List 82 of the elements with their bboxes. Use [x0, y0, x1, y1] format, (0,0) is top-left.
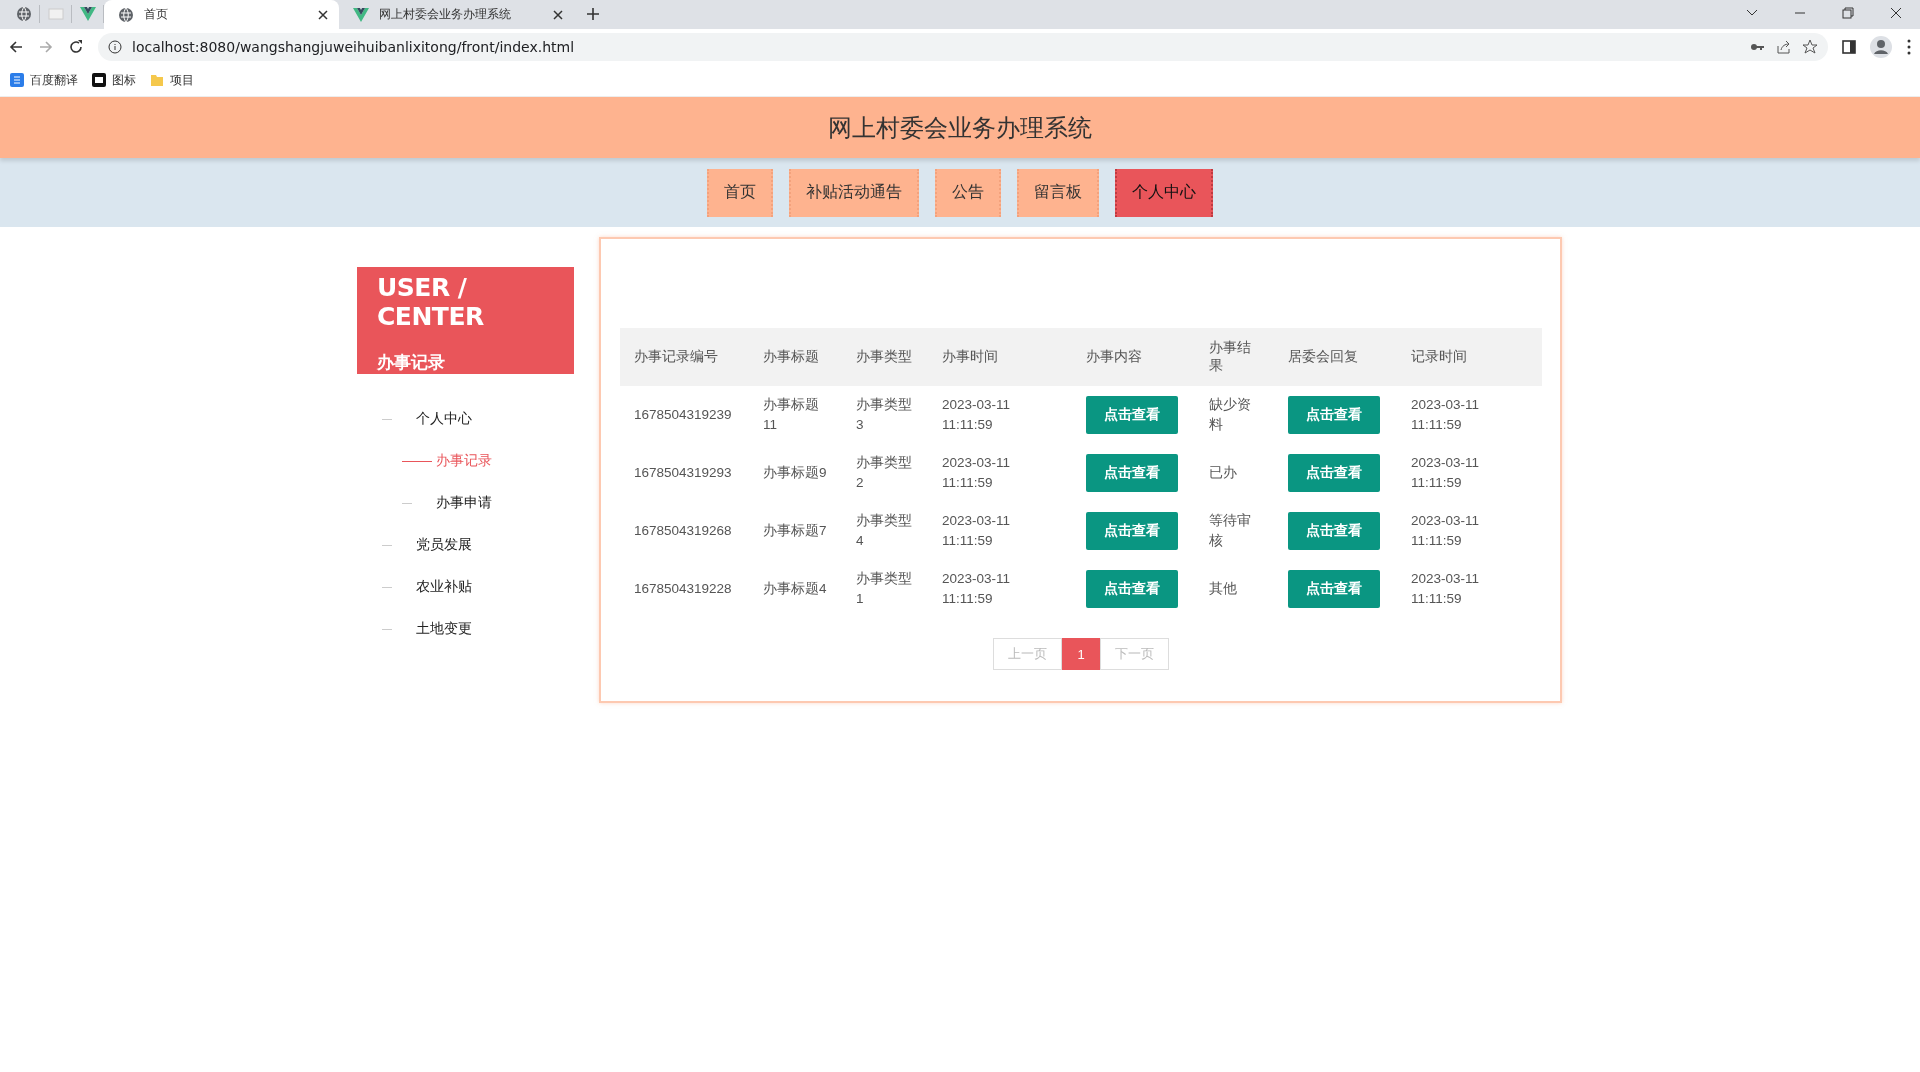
- table-cell: 1678504319268: [634, 523, 732, 538]
- back-icon: [8, 38, 24, 55]
- close-icon: [552, 8, 564, 21]
- column-header: 办事标题: [749, 328, 842, 386]
- table-cell: 2023-03-11 11:11:59: [942, 513, 1011, 548]
- table-cell: 办事类型2: [856, 455, 912, 490]
- table-cell: 办事标题9: [763, 465, 827, 480]
- forward-icon: [38, 38, 54, 55]
- browser-tab[interactable]: 网上村委会业务办理系统: [339, 0, 574, 29]
- table-cell: 缺少资料: [1209, 397, 1251, 432]
- table-cell: 2023-03-11 11:11:59: [1411, 513, 1480, 548]
- view-button[interactable]: 点击查看: [1086, 570, 1178, 608]
- view-button[interactable]: 点击查看: [1086, 454, 1178, 492]
- translate-icon: [10, 73, 24, 87]
- nav-tab[interactable]: 首页: [707, 168, 773, 217]
- view-button[interactable]: 点击查看: [1086, 396, 1178, 434]
- column-header: 办事类型: [842, 328, 928, 386]
- bookmark[interactable]: 图标: [92, 71, 136, 89]
- table-cell: 办事标题4: [763, 581, 827, 596]
- column-header: 居委会回复: [1274, 328, 1397, 386]
- reload-icon: [68, 38, 84, 55]
- page-icon: [47, 6, 64, 22]
- column-header: 记录时间: [1397, 328, 1542, 386]
- nav-tab[interactable]: 个人中心: [1115, 168, 1213, 217]
- globe-icon: [15, 6, 32, 22]
- table-cell: 办事类型3: [856, 397, 912, 432]
- site-title: 网上村委会业务办理系统: [828, 112, 1092, 143]
- folder-icon: [150, 73, 164, 87]
- address-field[interactable]: localhost:8080/wangshangjuweihuibanlixitong/front/index.html: [98, 32, 1828, 61]
- v-logo-icon: [79, 6, 96, 22]
- table-cell: 办事标题7: [763, 523, 827, 538]
- table-cell: 2023-03-11 11:11:59: [942, 397, 1011, 432]
- bookmark[interactable]: 项目: [150, 71, 194, 89]
- bookmark[interactable]: 百度翻译: [10, 71, 78, 89]
- table-cell: 1678504319228: [634, 581, 732, 596]
- menu-item[interactable]: 个人中心: [357, 398, 574, 440]
- table-cell: 办事类型4: [856, 513, 912, 548]
- menu-item[interactable]: 办事申请: [357, 482, 574, 524]
- restore-icon: [1842, 7, 1854, 19]
- star-icon: [1802, 38, 1818, 55]
- column-header: 办事内容: [1072, 328, 1195, 386]
- table-cell: 已办: [1209, 465, 1237, 480]
- column-header: 办事时间: [928, 328, 1072, 386]
- more-icon: [1906, 38, 1912, 55]
- profile-icon: [1870, 35, 1892, 58]
- table-cell: 办事标题11: [763, 397, 819, 432]
- table-cell: 2023-03-11 11:11:59: [1411, 455, 1480, 490]
- view-button[interactable]: 点击查看: [1288, 396, 1380, 434]
- close-icon: [1890, 7, 1902, 19]
- view-button[interactable]: 点击查看: [1288, 570, 1380, 608]
- nav-tab[interactable]: 补贴活动通告: [789, 168, 919, 217]
- table-cell: 1678504319293: [634, 465, 732, 480]
- table-cell: 2023-03-11 11:11:59: [1411, 571, 1480, 606]
- table-cell: 1678504319239: [634, 407, 732, 422]
- share-icon: [1776, 39, 1792, 54]
- browser-tab[interactable]: 首页: [104, 0, 339, 29]
- table-cell: 2023-03-11 11:11:59: [942, 571, 1011, 606]
- page-number-button[interactable]: 1: [1062, 638, 1100, 670]
- info-icon: [108, 39, 122, 54]
- view-button[interactable]: 点击查看: [1288, 512, 1380, 550]
- side-panel-icon: [1842, 39, 1856, 54]
- section-subtitle: 办事记录: [377, 352, 446, 374]
- close-icon: [317, 8, 329, 21]
- table-cell: 等待审核: [1209, 513, 1251, 548]
- view-button[interactable]: 点击查看: [1288, 454, 1380, 492]
- view-button[interactable]: 点击查看: [1086, 512, 1178, 550]
- menu-item[interactable]: 土地变更: [357, 608, 574, 650]
- table-cell: 办事类型1: [856, 571, 912, 606]
- column-header: 办事记录编号: [620, 328, 749, 386]
- menu-item[interactable]: 办事记录: [357, 440, 574, 482]
- menu-item[interactable]: 农业补贴: [357, 566, 574, 608]
- globe-icon: [118, 6, 134, 23]
- section-title: USER / CENTER: [377, 273, 485, 331]
- nav-tab[interactable]: 公告: [935, 168, 1001, 217]
- v-logo-icon: [353, 6, 369, 23]
- table-cell: 其他: [1209, 581, 1237, 596]
- table-cell: 2023-03-11 11:11:59: [942, 455, 1011, 490]
- new-tab-icon: [586, 7, 600, 21]
- menu-item[interactable]: 党员发展: [357, 524, 574, 566]
- nav-tab[interactable]: 留言板: [1017, 168, 1099, 217]
- column-header: 办事结果: [1195, 328, 1274, 386]
- table-cell: 2023-03-11 11:11:59: [1411, 397, 1480, 432]
